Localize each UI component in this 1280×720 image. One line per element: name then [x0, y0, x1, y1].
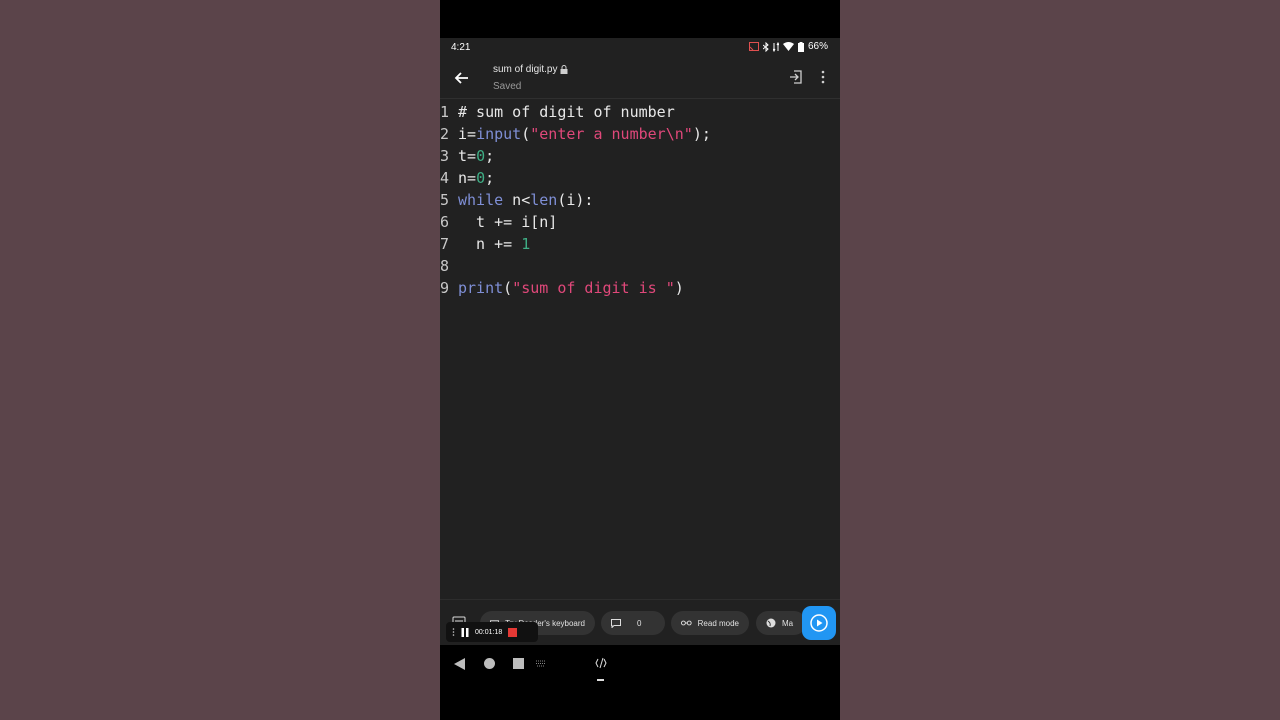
- code-token: t += i[n]: [458, 213, 558, 231]
- code-token: 0: [476, 147, 486, 165]
- code-token: input: [476, 125, 522, 143]
- code-token: (: [503, 279, 513, 297]
- more-options-icon[interactable]: [816, 69, 830, 85]
- nav-back-icon[interactable]: [454, 658, 465, 670]
- globe-icon: [766, 618, 776, 628]
- language-chip[interactable]: Ma: [756, 611, 806, 635]
- battery-icon: [797, 41, 804, 52]
- code-token: n +=: [458, 235, 522, 253]
- pause-icon[interactable]: [461, 627, 469, 637]
- code-token: (i):: [557, 191, 594, 209]
- code-line[interactable]: 3 t=0;: [440, 145, 494, 167]
- line-number: 5: [440, 191, 450, 209]
- screen-recorder-overlay: 00:01:18: [446, 622, 538, 642]
- nav-home-icon[interactable]: [484, 658, 495, 669]
- code-token: );: [692, 125, 711, 143]
- keyboard-switch-icon[interactable]: [535, 660, 547, 667]
- wifi-icon: [782, 42, 794, 51]
- code-line[interactable]: 7 n += 1: [440, 233, 530, 255]
- code-symbol-icon[interactable]: [595, 657, 607, 669]
- line-number: 9: [440, 279, 450, 297]
- phone-screen: 4:21 66% sum of digit.py Saved 1 # sum of…: [440, 0, 840, 720]
- nav-recents-icon[interactable]: [513, 658, 524, 669]
- code-token: # sum of digit of number: [458, 103, 675, 121]
- save-status: Saved: [493, 81, 522, 92]
- exit-to-app-icon[interactable]: [788, 69, 804, 85]
- bluetooth-icon: [762, 41, 769, 52]
- code-token: "enter a number\n": [530, 125, 693, 143]
- glasses-icon: [681, 620, 692, 626]
- code-token: 0: [476, 169, 486, 187]
- recording-time: 00:01:18: [475, 628, 503, 636]
- app-bar: sum of digit.py Saved: [440, 58, 840, 99]
- cast-icon: [748, 42, 759, 51]
- code-token: ;: [485, 147, 495, 165]
- language-chip-label: Ma: [782, 618, 794, 628]
- line-number: 8: [440, 257, 450, 275]
- comments-count: 0: [637, 618, 642, 628]
- back-arrow-icon[interactable]: [452, 68, 472, 88]
- line-number: 6: [440, 213, 450, 231]
- code-line[interactable]: 4 n=0;: [440, 167, 494, 189]
- drag-handle-icon[interactable]: [452, 627, 455, 637]
- line-number: 3: [440, 147, 450, 165]
- file-name: sum of digit.py: [493, 64, 558, 75]
- line-number: 7: [440, 235, 450, 253]
- code-token: t=: [458, 147, 477, 165]
- code-token: len: [530, 191, 558, 209]
- data-activity-icon: [772, 41, 779, 52]
- code-token: "sum of digit is ": [512, 279, 675, 297]
- status-time: 4:21: [451, 42, 471, 53]
- play-icon: [810, 614, 828, 632]
- code-token: n<: [503, 191, 531, 209]
- lock-icon: [560, 65, 568, 74]
- status-icons: 66%: [748, 41, 828, 52]
- battery-level: 66%: [807, 41, 828, 52]
- nav-indicator: [597, 679, 604, 681]
- code-token: n=: [458, 169, 477, 187]
- code-line[interactable]: 5 while n<len(i):: [440, 189, 593, 211]
- code-token: while: [458, 191, 504, 209]
- read-mode-label: Read mode: [697, 618, 739, 628]
- code-line[interactable]: 6 t += i[n]: [440, 211, 557, 233]
- code-line[interactable]: 1 # sum of digit of number: [440, 101, 675, 123]
- comments-chip[interactable]: 0: [601, 611, 665, 635]
- line-number: 4: [440, 169, 450, 187]
- code-token: ): [674, 279, 684, 297]
- code-token: 1: [521, 235, 531, 253]
- code-token: print: [458, 279, 504, 297]
- code-editor[interactable]: 1 # sum of digit of number 2 i=input("enter…: [440, 99, 840, 599]
- file-title: sum of digit.py: [493, 64, 568, 75]
- code-line[interactable]: 2 i=input("enter a number\n");: [440, 123, 711, 145]
- read-mode-chip[interactable]: Read mode: [671, 611, 749, 635]
- status-bar: 4:21 66%: [440, 38, 840, 58]
- run-button[interactable]: [802, 606, 836, 640]
- code-line[interactable]: 9 print("sum of digit is "): [440, 277, 684, 299]
- code-token: (: [521, 125, 531, 143]
- code-token: ;: [485, 169, 495, 187]
- comment-icon: [611, 618, 621, 628]
- system-nav-bar: [440, 645, 840, 690]
- stop-icon[interactable]: [508, 627, 518, 637]
- code-line[interactable]: 8: [440, 255, 458, 277]
- line-number: 1: [440, 103, 450, 121]
- line-number: 2: [440, 125, 450, 143]
- code-token: i=: [458, 125, 477, 143]
